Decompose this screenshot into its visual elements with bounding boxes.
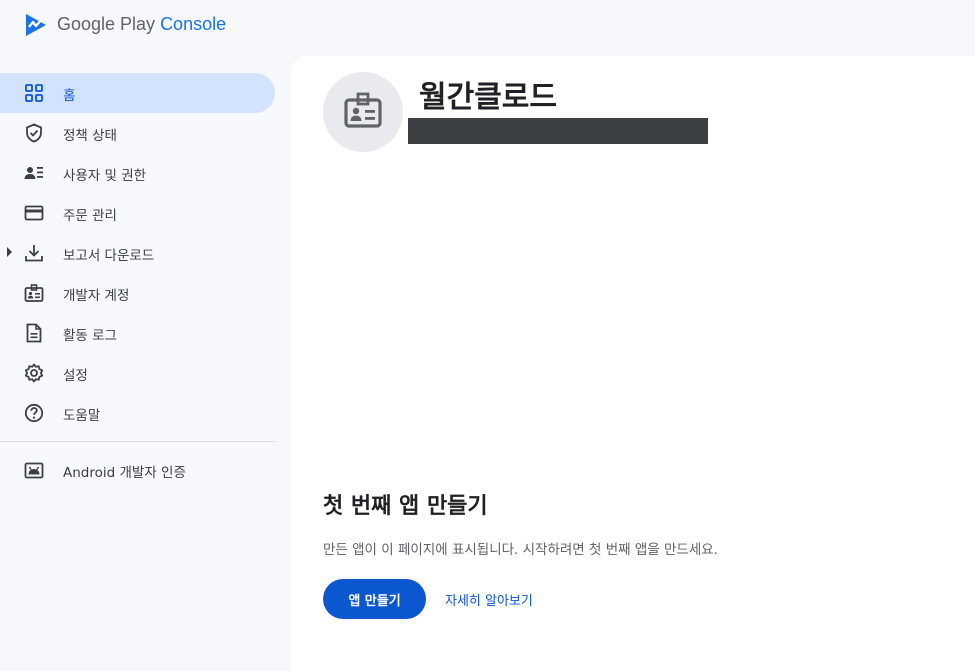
- sidebar-item-label: 개발자 계정: [63, 288, 130, 304]
- empty-state-title: 첫 번째 앱 만들기: [323, 494, 488, 519]
- sidebar-item-users-permissions[interactable]: 사용자 및 권한: [0, 153, 275, 193]
- top-bar: Google Play Console: [0, 0, 975, 56]
- sidebar-item-label: 보고서 다운로드: [63, 248, 155, 264]
- sidebar-item-label: 활동 로그: [63, 328, 117, 344]
- sidebar-item-home[interactable]: 홈: [0, 73, 275, 113]
- sidebar-divider: [0, 441, 275, 442]
- learn-more-link[interactable]: 자세히 알아보기: [437, 579, 541, 619]
- app-brand-name[interactable]: Google Play Console: [57, 14, 226, 35]
- brand-accent: Console: [160, 14, 227, 34]
- document-icon: [24, 323, 44, 343]
- android-icon: [24, 460, 44, 480]
- sidebar-item-download-reports[interactable]: 보고서 다운로드: [0, 233, 275, 273]
- credit-card-icon: [24, 203, 44, 223]
- account-avatar: [323, 72, 403, 152]
- sidebar-item-settings[interactable]: 설정: [0, 353, 275, 393]
- sidebar-item-policy-status[interactable]: 정책 상태: [0, 113, 275, 153]
- sidebar-item-label: 정책 상태: [63, 128, 117, 144]
- expand-caret-icon[interactable]: [7, 247, 12, 257]
- sidebar-item-help[interactable]: 도움말: [0, 393, 275, 433]
- sidebar-item-label: 도움말: [63, 408, 101, 424]
- empty-state-description: 만든 앱이 이 페이지에 표시됩니다. 시작하려면 첫 번째 앱을 만드세요.: [323, 542, 718, 558]
- grid-icon: [24, 83, 44, 103]
- person-list-icon: [24, 163, 44, 183]
- sidebar-item-developer-account[interactable]: 개발자 계정: [0, 273, 275, 313]
- sidebar-item-label: 설정: [63, 368, 88, 384]
- play-console-logo-icon[interactable]: [24, 12, 48, 38]
- sidebar-item-label: 사용자 및 권한: [63, 168, 147, 184]
- sidebar-item-label: Android 개발자 인증: [63, 465, 186, 481]
- account-name: 월간클로드: [419, 80, 557, 115]
- sidebar: 홈 정책 상태 사용자 및 권한 주문 관리 보고서 다운로드 개발자 계정 활…: [0, 56, 290, 671]
- brand-prefix: Google Play: [57, 14, 161, 34]
- sidebar-item-order-management[interactable]: 주문 관리: [0, 193, 275, 233]
- badge-icon: [343, 90, 383, 134]
- main-content: 월간클로드 첫 번째 앱 만들기 만든 앱이 이 페이지에 표시됩니다. 시작하…: [291, 56, 975, 671]
- help-icon: [24, 403, 44, 423]
- badge-icon: [24, 283, 44, 303]
- sidebar-item-label: 홈: [63, 88, 76, 104]
- gear-icon: [24, 363, 44, 383]
- download-icon: [24, 243, 44, 263]
- redacted-account-id: [408, 118, 708, 144]
- create-app-button[interactable]: 앱 만들기: [323, 579, 426, 619]
- sidebar-item-android-developer-verification[interactable]: Android 개발자 인증: [0, 450, 275, 490]
- sidebar-item-activity-log[interactable]: 활동 로그: [0, 313, 275, 353]
- shield-check-icon: [24, 123, 44, 143]
- sidebar-item-label: 주문 관리: [63, 208, 117, 224]
